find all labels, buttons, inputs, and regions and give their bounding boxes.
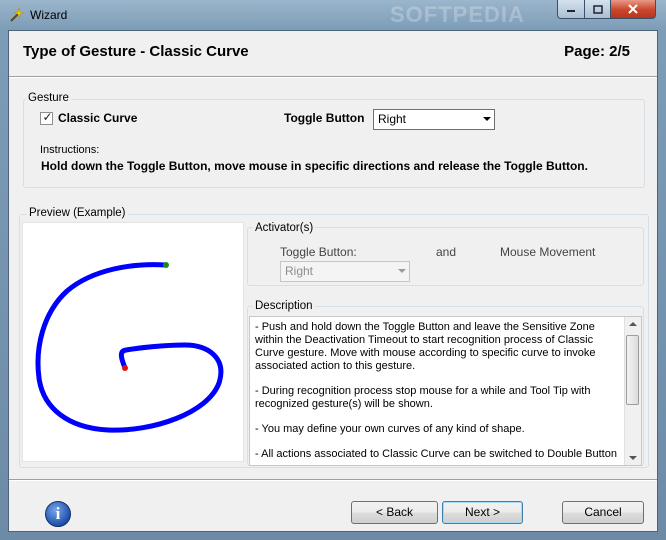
activator-toggle-select[interactable]: Right [280,261,410,282]
activator-group-label: Activator(s) [253,222,316,234]
header-divider [9,76,657,78]
maximize-icon [592,4,603,14]
classic-curve-label: Classic Curve [58,111,138,125]
watermark: SOFTPEDIA [390,2,525,27]
page-indicator: Page: 2/5 [564,43,630,60]
toggle-button-select[interactable]: Right [373,109,495,130]
title-bar[interactable]: Wizard SOFTPEDIA [0,0,666,30]
toggle-button-select-value: Right [378,112,407,126]
activator-toggle-label: Toggle Button: [280,245,357,259]
gesture-end-dot [122,365,128,371]
checkmark-icon: ✓ [42,110,53,124]
chevron-down-icon [483,117,491,121]
page-title: Type of Gesture - Classic Curve [23,43,249,60]
activator-toggle-select-value: Right [285,264,314,278]
scrollbar-thumb[interactable] [626,335,639,405]
next-button[interactable]: Next > [442,501,523,524]
gesture-preview-drawing [35,262,224,433]
description-text: - Push and hold down the Toggle Button a… [255,321,623,465]
scroll-up-arrow-icon[interactable] [629,322,637,326]
activator-movement-label: Mouse Movement [500,245,596,259]
wizard-client-area: Type of Gesture - Classic Curve Page: 2/… [8,30,658,532]
window-title: Wizard [30,8,68,22]
close-icon [628,4,638,14]
gesture-preview-canvas [22,222,244,462]
info-icon[interactable]: i [45,501,71,527]
magic-wand-icon [10,7,24,22]
description-paragraph: - You may define your own curves of any … [255,423,525,435]
gesture-curve [35,262,224,433]
wizard-window: Wizard SOFTPEDIA Type of Gesture - Class… [0,0,666,540]
minimize-icon [567,10,575,12]
minimize-button[interactable] [557,0,585,19]
cancel-button[interactable]: Cancel [562,501,644,524]
description-group-label: Description [253,300,315,312]
scroll-down-arrow-icon[interactable] [629,456,637,460]
gesture-group-label: Gesture [26,92,71,104]
description-textbox[interactable]: - Push and hold down the Toggle Button a… [249,316,642,466]
activator-and-label: and [436,245,457,259]
preview-group-label: Preview (Example) [27,207,128,219]
description-paragraph: - Push and hold down the Toggle Button a… [255,321,596,372]
instructions-label: Instructions: [40,144,100,156]
back-button[interactable]: < Back [351,501,438,524]
instructions-text: Hold down the Toggle Button, move mouse … [41,159,588,173]
chevron-down-icon [398,269,406,273]
description-scrollbar[interactable] [624,317,641,465]
description-paragraph: - During recognition process stop mouse … [255,385,591,410]
classic-curve-checkbox[interactable]: ✓ [40,110,53,125]
maximize-button[interactable] [584,0,611,19]
close-button[interactable] [610,0,656,19]
footer-divider [9,479,657,481]
wizard-header: Type of Gesture - Classic Curve Page: 2/… [9,31,657,77]
gesture-start-dot [163,262,169,268]
toggle-button-label: Toggle Button [284,111,365,125]
description-paragraph: - All actions associated to Classic Curv… [255,448,617,460]
